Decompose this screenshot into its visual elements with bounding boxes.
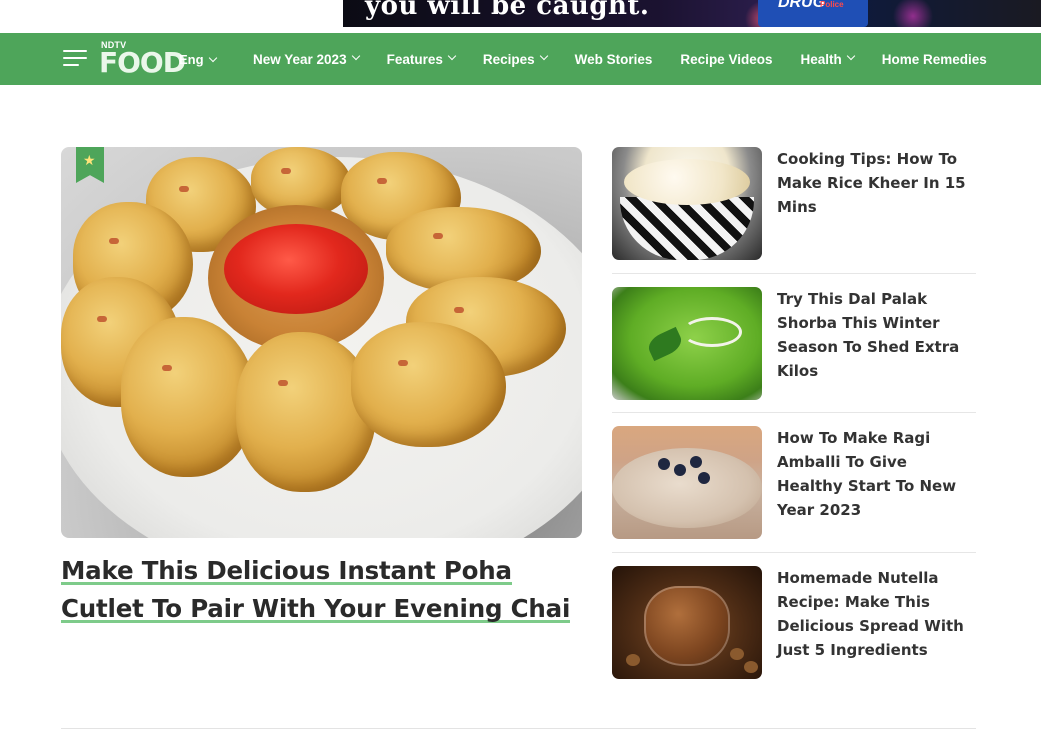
nav-item-recipes[interactable]: Recipes bbox=[482, 51, 548, 67]
chevron-down-icon bbox=[447, 51, 457, 61]
ragi-amballi-thumbnail[interactable] bbox=[612, 426, 762, 539]
nutella-jar-image bbox=[644, 586, 730, 666]
language-label: Eng bbox=[179, 52, 204, 67]
side-article-title[interactable]: Try This Dal Palak Shorba This Winter Se… bbox=[777, 287, 977, 383]
logo-food-text: FOOD bbox=[99, 46, 186, 79]
feature-title-text[interactable]: Make This Delicious Instant Poha Cutlet … bbox=[61, 556, 570, 625]
nav-item-label: Web Stories bbox=[574, 51, 653, 67]
ad-van-image: DRUG Police bbox=[758, 0, 868, 27]
list-divider bbox=[612, 412, 976, 413]
side-article-title[interactable]: How To Make Ragi Amballi To Give Healthy… bbox=[777, 426, 977, 522]
list-divider bbox=[612, 552, 976, 553]
ketchup-image bbox=[224, 224, 368, 314]
dal-palak-shorba-thumbnail[interactable] bbox=[612, 287, 762, 400]
ad-van-sub: Police bbox=[820, 0, 844, 9]
nav-item-label: Recipe Videos bbox=[680, 51, 773, 67]
berry-image bbox=[674, 464, 686, 476]
hamburger-menu-icon[interactable] bbox=[63, 48, 87, 68]
language-selector[interactable]: Eng bbox=[179, 52, 217, 67]
nav-item-new-year-2023[interactable]: New Year 2023 bbox=[253, 51, 360, 67]
bowl-pattern bbox=[620, 197, 754, 260]
kheer-image bbox=[624, 159, 750, 205]
ad-van-text: DRUG bbox=[778, 0, 826, 11]
nav-item-recipe-videos[interactable]: Recipe Videos bbox=[680, 52, 772, 67]
nav-item-features[interactable]: Features bbox=[386, 51, 457, 67]
section-divider bbox=[61, 728, 976, 729]
chevron-down-icon bbox=[539, 51, 548, 61]
nav-item-label: New Year 2023 bbox=[253, 51, 347, 67]
side-article-title[interactable]: Homemade Nutella Recipe: Make This Delic… bbox=[777, 566, 977, 662]
ad-banner[interactable]: you will be caught. DRUG Police bbox=[343, 0, 1041, 27]
cream-swirl-image bbox=[682, 317, 742, 347]
ndtv-food-logo[interactable]: NDTV FOOD bbox=[99, 39, 186, 79]
main-navbar: NDTV FOOD Eng New Year 2023 Features Rec… bbox=[0, 33, 1041, 85]
hazelnut-image bbox=[626, 654, 640, 666]
hazelnut-image bbox=[730, 648, 744, 660]
drink-image bbox=[612, 448, 762, 528]
nav-items: New Year 2023 Features Recipes Web Stori… bbox=[253, 33, 987, 85]
side-article-2[interactable]: Try This Dal Palak Shorba This Winter Se… bbox=[612, 287, 977, 400]
side-article-4[interactable]: Homemade Nutella Recipe: Make This Delic… bbox=[612, 566, 977, 679]
star-icon: ★ bbox=[83, 152, 96, 168]
nav-item-label: Home Remedies bbox=[881, 51, 987, 67]
berry-image bbox=[658, 458, 670, 470]
nav-item-home-remedies[interactable]: Home Remedies bbox=[882, 52, 987, 67]
chevron-down-icon bbox=[208, 53, 217, 63]
featured-ribbon: ★ bbox=[76, 147, 104, 183]
leaf-image bbox=[644, 326, 686, 362]
hazelnut-image bbox=[744, 661, 758, 673]
nav-item-label: Recipes bbox=[482, 51, 535, 67]
rice-kheer-thumbnail[interactable] bbox=[612, 147, 762, 260]
ad-headline: you will be caught. bbox=[365, 0, 650, 21]
nutella-thumbnail[interactable] bbox=[612, 566, 762, 679]
side-article-title[interactable]: Cooking Tips: How To Make Rice Kheer In … bbox=[777, 147, 977, 219]
side-article-3[interactable]: How To Make Ragi Amballi To Give Healthy… bbox=[612, 426, 976, 539]
nav-item-label: Features bbox=[386, 51, 443, 67]
list-divider bbox=[612, 273, 976, 274]
berry-image bbox=[698, 472, 710, 484]
nav-item-health[interactable]: Health bbox=[800, 51, 855, 67]
chevron-down-icon bbox=[846, 51, 855, 61]
side-article-1[interactable]: Cooking Tips: How To Make Rice Kheer In … bbox=[612, 147, 976, 260]
berry-image bbox=[690, 456, 702, 468]
feature-article-title[interactable]: Make This Delicious Instant Poha Cutlet … bbox=[61, 552, 582, 628]
nav-item-label: Health bbox=[800, 51, 842, 67]
nav-item-web-stories[interactable]: Web Stories bbox=[575, 52, 653, 67]
chevron-down-icon bbox=[351, 51, 360, 61]
feature-article-image[interactable]: ★ bbox=[61, 147, 582, 538]
cutlet-image bbox=[351, 322, 506, 447]
